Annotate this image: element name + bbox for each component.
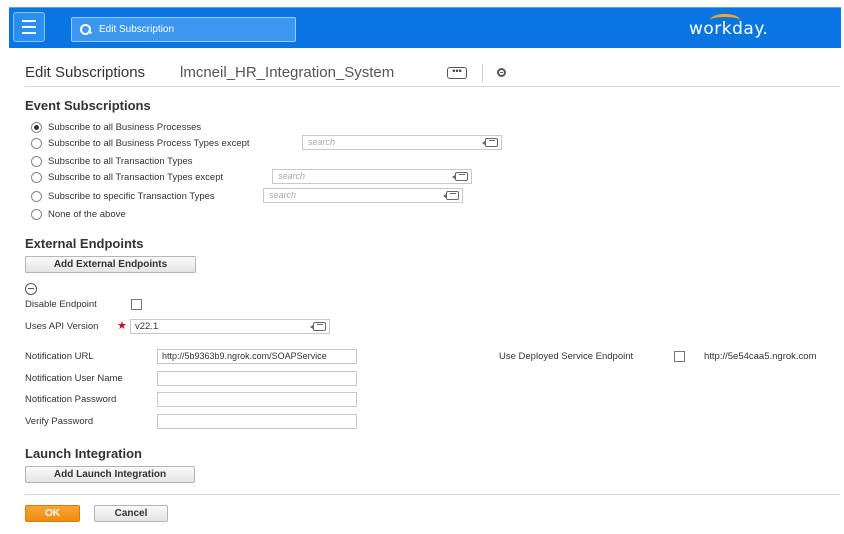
global-search-text: Edit Subscription — [99, 24, 175, 35]
required-icon: ★ — [117, 320, 127, 332]
deployed-endpoint-checkbox[interactable] — [674, 351, 685, 362]
disable-endpoint-label: Disable Endpoint — [25, 299, 97, 310]
radio-label: Subscribe to all Transaction Types excep… — [48, 171, 224, 183]
ok-button[interactable]: OK — [25, 505, 80, 522]
search-icon — [80, 24, 91, 35]
page-subject[interactable]: lmcneil_HR_Integration_System — [180, 64, 394, 81]
api-version-value: v22.1 — [135, 321, 159, 332]
radio-label: None of the above — [48, 208, 126, 220]
radio-option-transaction-types-except[interactable]: Subscribe to all Transaction Types excep… — [31, 170, 223, 184]
radio-button[interactable] — [31, 137, 42, 149]
related-actions-icon[interactable]: ••• — [447, 67, 467, 79]
notification-url-input[interactable]: http://5b9363b9.ngrok.com/SOAPService — [157, 349, 357, 364]
prompt-list-icon[interactable] — [310, 322, 326, 331]
link-icon[interactable] — [497, 68, 506, 77]
search-placeholder: search — [308, 137, 336, 147]
top-navigation-bar: Edit Subscription workday. — [9, 7, 841, 48]
radio-option-all-business-processes[interactable]: Subscribe to all Business Processes — [31, 120, 201, 134]
launch-integration-title: Launch Integration — [25, 446, 142, 461]
radio-option-business-process-types-except[interactable]: Subscribe to all Business Process Types … — [31, 136, 250, 150]
deployed-endpoint-label: Use Deployed Service Endpoint — [499, 351, 634, 362]
prompt-list-icon[interactable] — [443, 191, 459, 200]
add-launch-integration-button[interactable]: Add Launch Integration — [25, 466, 195, 483]
add-external-endpoints-button[interactable]: Add External Endpoints — [25, 256, 196, 273]
workday-logo[interactable]: workday. — [689, 19, 768, 39]
remove-row-icon[interactable] — [25, 283, 37, 295]
notification-password-label: Notification Password — [25, 394, 117, 405]
business-process-types-search[interactable]: search — [302, 135, 502, 150]
footer-divider — [25, 494, 840, 495]
radio-option-none[interactable]: None of the above — [31, 207, 126, 221]
external-endpoints-title: External Endpoints — [25, 236, 144, 251]
radio-button[interactable] — [31, 121, 42, 133]
cancel-button[interactable]: Cancel — [94, 505, 168, 522]
notification-user-name-input[interactable] — [157, 371, 357, 386]
search-placeholder: search — [278, 171, 306, 181]
header-divider-line — [25, 86, 840, 87]
radio-button[interactable] — [31, 155, 42, 167]
event-subscriptions-title: Event Subscriptions — [25, 98, 151, 113]
search-placeholder: search — [269, 190, 297, 200]
radio-label: Subscribe to all Transaction Types — [48, 155, 193, 167]
radio-button[interactable] — [31, 171, 42, 183]
verify-password-label: Verify Password — [25, 416, 94, 427]
transaction-types-except-search[interactable]: search — [272, 169, 472, 184]
notification-url-label: Notification URL — [25, 351, 94, 362]
disable-endpoint-checkbox[interactable] — [131, 299, 142, 310]
hamburger-menu-icon[interactable] — [13, 12, 45, 42]
verify-password-input[interactable] — [157, 414, 357, 429]
radio-option-specific-transaction-types[interactable]: Subscribe to specific Transaction Types — [31, 189, 215, 203]
radio-label: Subscribe to all Business Processes — [48, 121, 202, 133]
global-search-input[interactable]: Edit Subscription — [71, 17, 296, 42]
prompt-list-icon[interactable] — [452, 172, 468, 181]
radio-option-all-transaction-types[interactable]: Subscribe to all Transaction Types — [31, 154, 193, 168]
radio-label: Subscribe to specific Transaction Types — [48, 190, 215, 202]
specific-transaction-types-search[interactable]: search — [263, 188, 463, 203]
radio-button[interactable] — [31, 208, 42, 220]
notification-password-input[interactable] — [157, 392, 357, 407]
api-version-label: Uses API Version — [25, 321, 99, 332]
deployed-endpoint-url: http://5e54caa5.ngrok.com — [704, 351, 817, 362]
api-version-field[interactable]: v22.1 — [130, 319, 330, 334]
notification-user-name-label: Notification User Name — [25, 373, 123, 384]
header-divider — [482, 64, 483, 82]
prompt-list-icon[interactable] — [482, 138, 498, 147]
page-title: Edit Subscriptions — [25, 64, 146, 81]
radio-label: Subscribe to all Business Process Types … — [48, 137, 250, 149]
radio-button[interactable] — [31, 190, 42, 202]
